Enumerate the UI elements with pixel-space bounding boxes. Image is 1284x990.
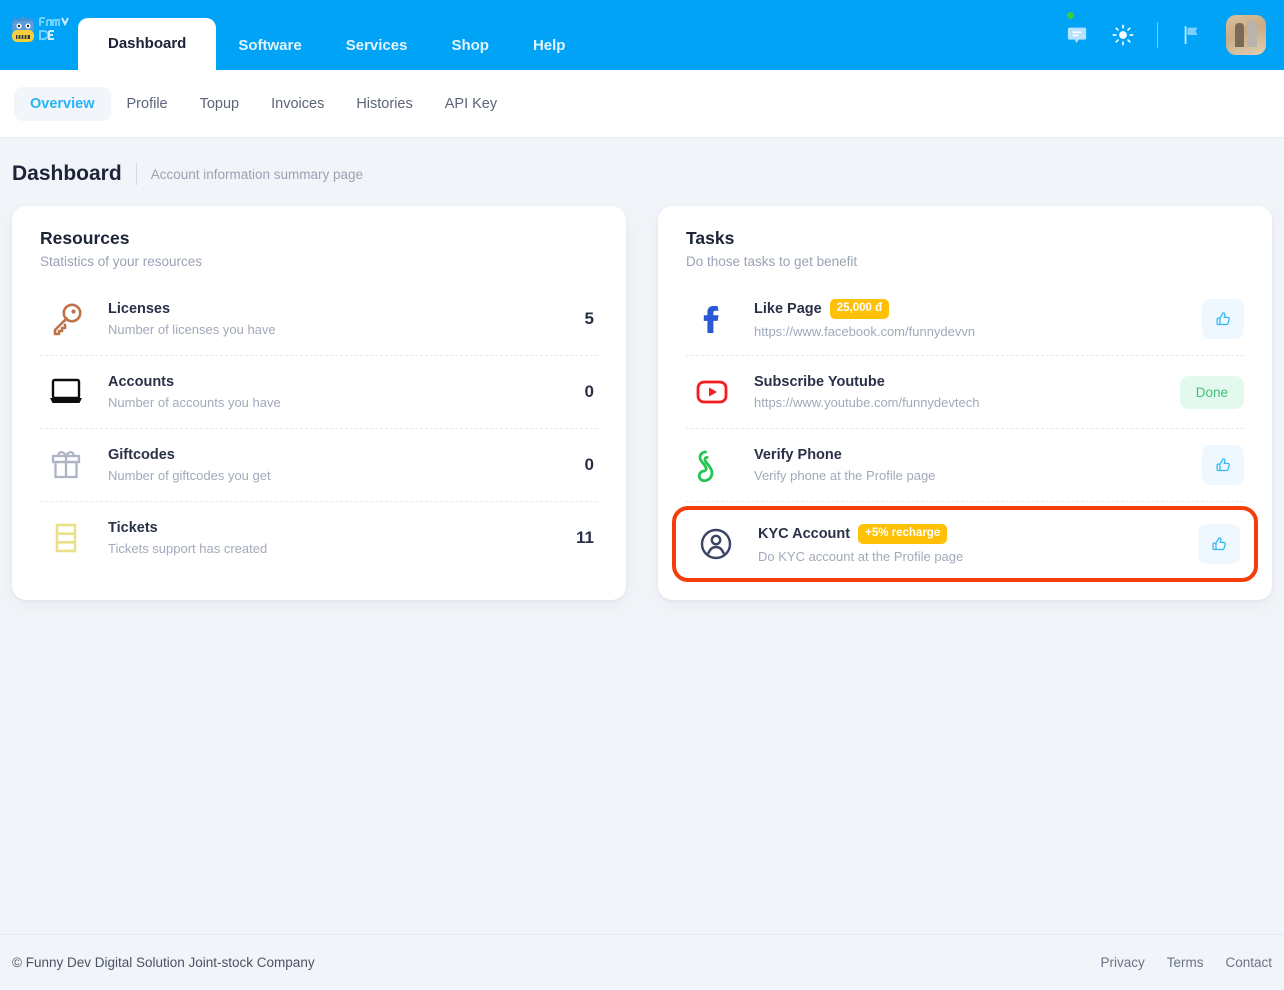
footer-link-terms[interactable]: Terms [1167,955,1204,970]
divider [1157,22,1158,48]
online-status-dot [1067,12,1074,19]
top-navigation-bar: Dashboard Software Services Shop Help [0,0,1284,70]
resource-title: Tickets [108,520,158,536]
tasks-card: Tasks Do those tasks to get benefit Like… [658,206,1272,600]
user-avatar[interactable] [1226,15,1266,55]
resource-desc: Number of licenses you have [108,322,276,337]
gift-icon [40,445,92,485]
tab-dashboard[interactable]: Dashboard [78,18,217,70]
resources-subtitle: Statistics of your resources [40,254,203,269]
task-reward-badge: +5% recharge [858,524,948,544]
task-title: Subscribe Youtube [754,374,885,390]
tasks-title: Tasks [686,228,735,248]
resource-title: Giftcodes [108,447,175,463]
like-button[interactable] [1198,524,1240,564]
youtube-icon [686,372,738,412]
resource-desc: Number of giftcodes you get [108,468,271,483]
top-right-actions [1065,0,1266,70]
laptop-icon [40,372,92,412]
tab-services[interactable]: Services [324,22,430,70]
subnav-item-histories[interactable]: Histories [340,87,428,121]
phone-icon [686,445,738,485]
resource-row-giftcodes[interactable]: Giftcodes Number of giftcodes you get 0 [40,429,598,502]
footer-copyright: © Funny Dev Digital Solution Joint-stock… [12,955,315,970]
thumbs-up-icon [1215,457,1230,471]
brand-logo[interactable] [0,0,78,70]
wordmark-icon [39,17,69,40]
resources-list: Licenses Number of licenses you have 5 A… [40,283,598,574]
page-subtitle: Account information summary page [150,166,364,182]
task-desc: https://www.youtube.com/funnydevtech [754,395,980,410]
resource-title: Licenses [108,301,171,317]
footer-link-contact[interactable]: Contact [1225,955,1272,970]
task-desc: Do KYC account at the Profile page [758,548,964,564]
task-row-subscribe-youtube[interactable]: Subscribe Youtube https://www.youtube.co… [686,356,1244,429]
key-icon [40,299,92,339]
resource-row-accounts[interactable]: Accounts Number of accounts you have 0 [40,356,598,429]
footer-links: Privacy Terms Contact [1100,955,1272,970]
facebook-icon [686,299,738,339]
task-title: Like Page [754,300,822,317]
subnav-item-overview[interactable]: Overview [14,86,111,121]
dashboard-content: Resources Statistics of your resources L… [0,186,1284,600]
tab-shop[interactable]: Shop [429,22,511,70]
tab-software[interactable]: Software [216,22,323,70]
tasks-subtitle: Do those tasks to get benefit [686,254,858,269]
resource-value: 0 [584,455,594,474]
title-divider [135,163,137,185]
subnav-item-topup[interactable]: Topup [184,87,256,121]
resource-desc: Number of accounts you have [108,395,281,410]
page-footer: © Funny Dev Digital Solution Joint-stock… [0,934,1284,990]
task-row-verify-phone[interactable]: Verify Phone Verify phone at the Profile… [686,429,1244,502]
resource-value: 11 [576,528,594,547]
chat-bubble-icon[interactable] [1065,12,1089,47]
task-desc: https://www.facebook.com/funnydevvn [754,323,976,339]
resource-row-licenses[interactable]: Licenses Number of licenses you have 5 [40,283,598,356]
task-title: KYC Account [758,525,851,542]
resources-card: Resources Statistics of your resources L… [12,206,626,600]
task-desc: Verify phone at the Profile page [754,468,936,483]
subnav-item-profile[interactable]: Profile [111,87,184,121]
task-title: Verify Phone [754,447,842,463]
resource-row-tickets[interactable]: Tickets Tickets support has created 11 [40,502,598,574]
resources-title: Resources [40,228,130,248]
mascot-icon [12,16,34,42]
subnav-item-invoices[interactable]: Invoices [255,87,340,121]
task-reward-badge: 25,000 đ [829,299,890,319]
flag-language-icon[interactable] [1180,23,1204,47]
footer-link-privacy[interactable]: Privacy [1100,955,1144,970]
thumbs-up-icon [1215,311,1230,325]
resource-value: 0 [584,382,594,401]
sun-theme-icon[interactable] [1111,23,1135,47]
task-row-like-page[interactable]: Like Page 25,000 đ https://www.facebook.… [686,283,1244,356]
thumbs-up-icon [1211,536,1226,550]
page-header: Dashboard Account information summary pa… [0,138,1284,186]
resource-title: Accounts [108,374,175,390]
resource-desc: Tickets support has created [108,541,268,556]
page-title: Dashboard [12,162,122,185]
dashboard-page: Dashboard Software Services Shop Help Ov… [0,0,1284,990]
subnav-item-api-key[interactable]: API Key [429,87,513,121]
done-badge: Done [1179,375,1244,409]
tab-help[interactable]: Help [511,22,588,70]
like-button[interactable] [1202,445,1244,485]
task-row-kyc-account[interactable]: KYC Account +5% recharge Do KYC account … [672,506,1258,582]
resource-value: 5 [584,309,594,328]
like-button[interactable] [1202,299,1244,339]
user-circle-icon [690,524,742,564]
ticket-icon [40,518,92,558]
secondary-navigation: Overview Profile Topup Invoices Historie… [0,70,1284,138]
tasks-list: Like Page 25,000 đ https://www.facebook.… [672,283,1258,582]
main-tabs: Dashboard Software Services Shop Help [78,0,587,70]
